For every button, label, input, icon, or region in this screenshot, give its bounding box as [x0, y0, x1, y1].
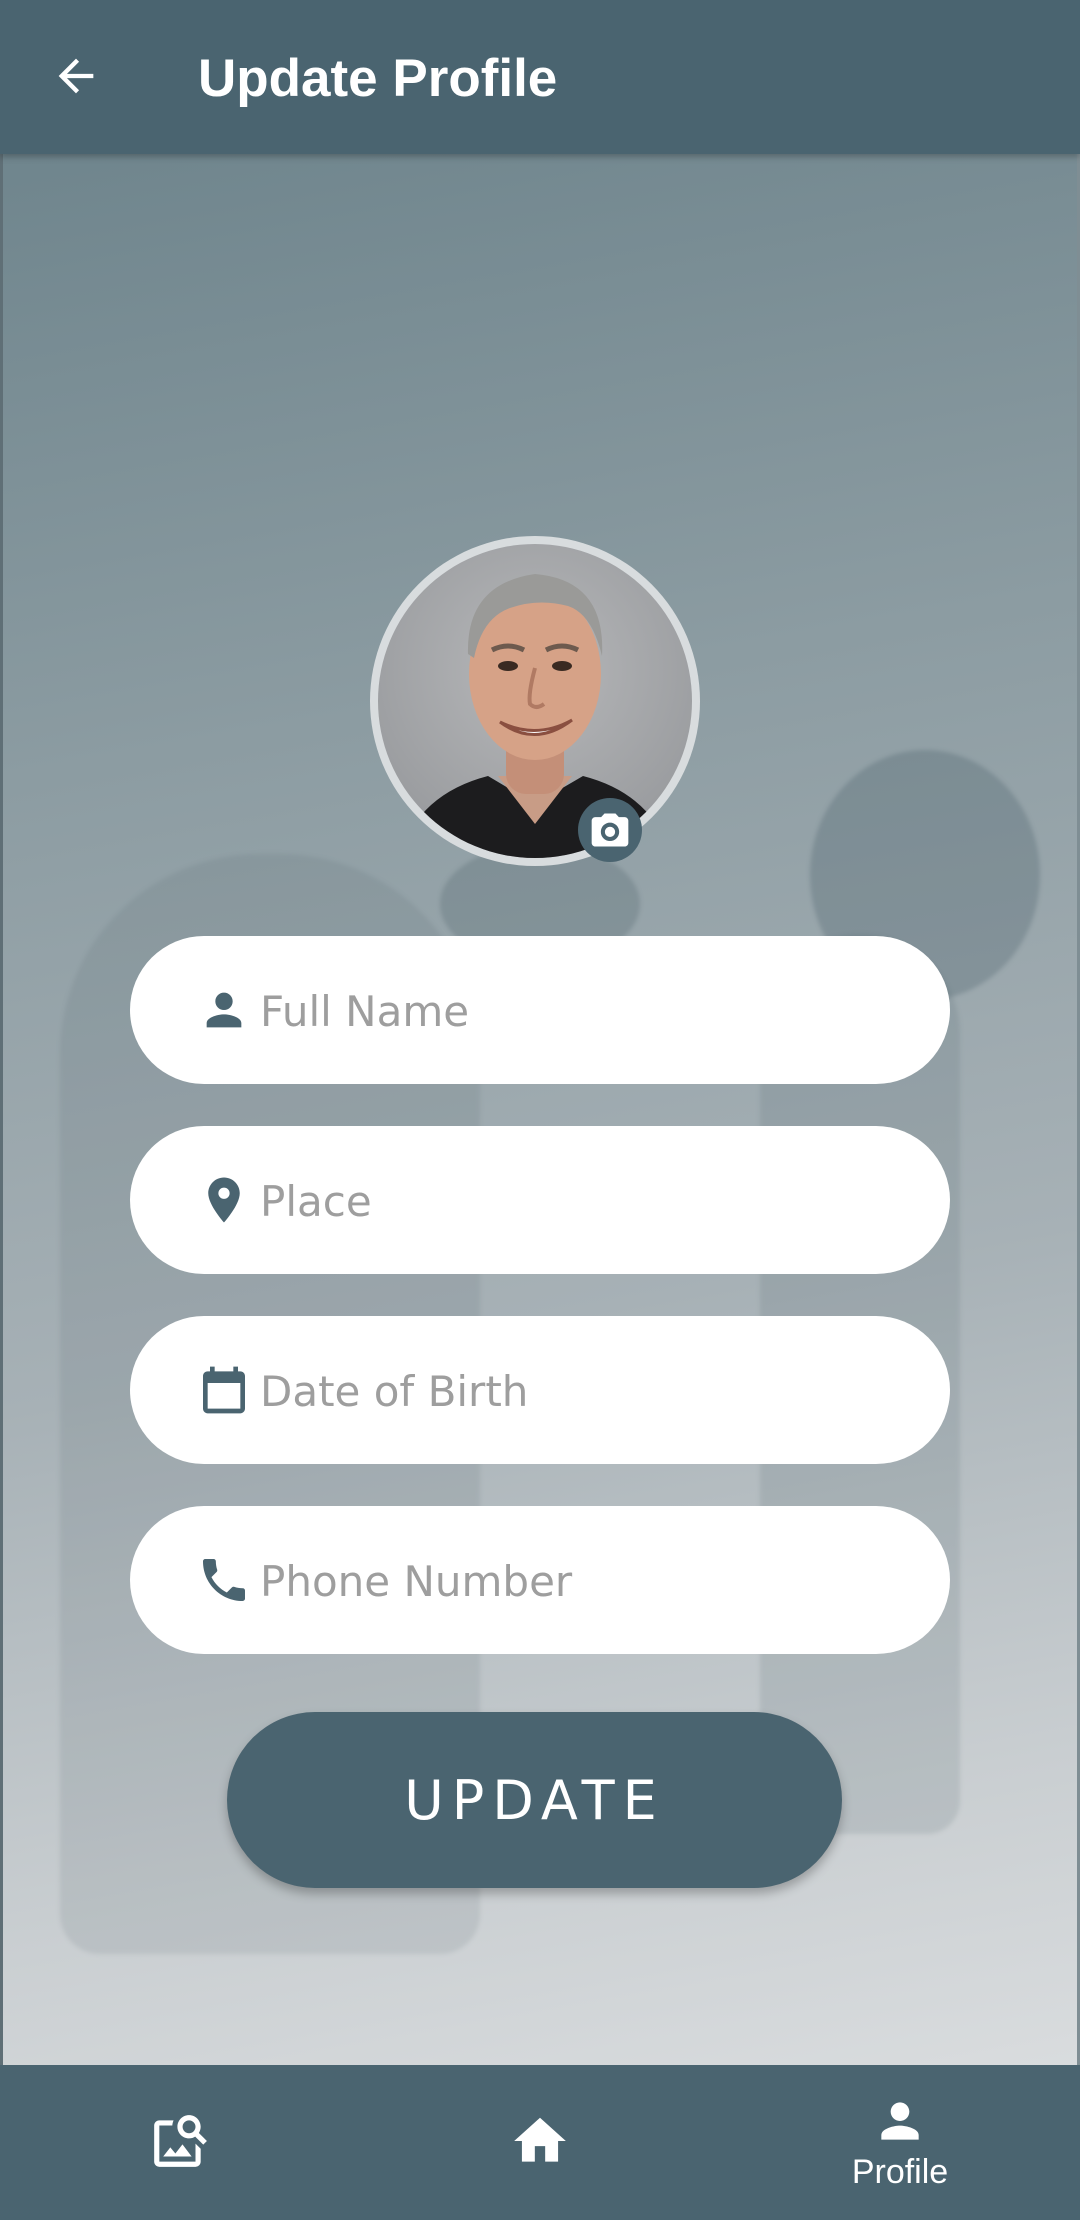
image-search-icon [154, 2114, 207, 2167]
arrow-left-icon [58, 58, 94, 94]
date-of-birth-field [130, 1316, 950, 1464]
avatar-frame [370, 536, 700, 866]
full-name-input[interactable] [258, 966, 902, 1056]
location-pin-icon [196, 1172, 252, 1228]
app-bar: Update Profile [0, 0, 1080, 154]
camera-icon [591, 813, 629, 847]
phone-icon [196, 1552, 252, 1608]
avatar [378, 544, 692, 858]
left-edge [0, 154, 3, 2065]
change-photo-button[interactable] [578, 798, 642, 862]
nav-label-profile: Profile [851, 2153, 949, 2191]
back-button[interactable] [36, 36, 116, 116]
nav-item-home[interactable] [360, 2065, 720, 2220]
full-name-field [130, 936, 950, 1084]
phone-number-field [130, 1506, 950, 1654]
date-of-birth-input[interactable] [258, 1346, 902, 1436]
update-button-label: UPDATE [404, 1768, 665, 1832]
bottom-navigation: Profile [0, 2065, 1080, 2220]
avatar-photo [398, 574, 672, 858]
phone-number-input[interactable] [258, 1536, 902, 1626]
nav-item-profile[interactable]: Profile [720, 2065, 1080, 2220]
nav-item-gallery[interactable] [0, 2065, 360, 2220]
home-icon [514, 2117, 566, 2162]
person-icon [196, 982, 252, 1038]
person-icon [881, 2102, 919, 2140]
update-button[interactable]: UPDATE [227, 1712, 842, 1888]
calendar-icon [196, 1362, 252, 1418]
place-field [130, 1126, 950, 1274]
page-title: Update Profile [198, 49, 558, 108]
place-input[interactable] [258, 1156, 902, 1246]
